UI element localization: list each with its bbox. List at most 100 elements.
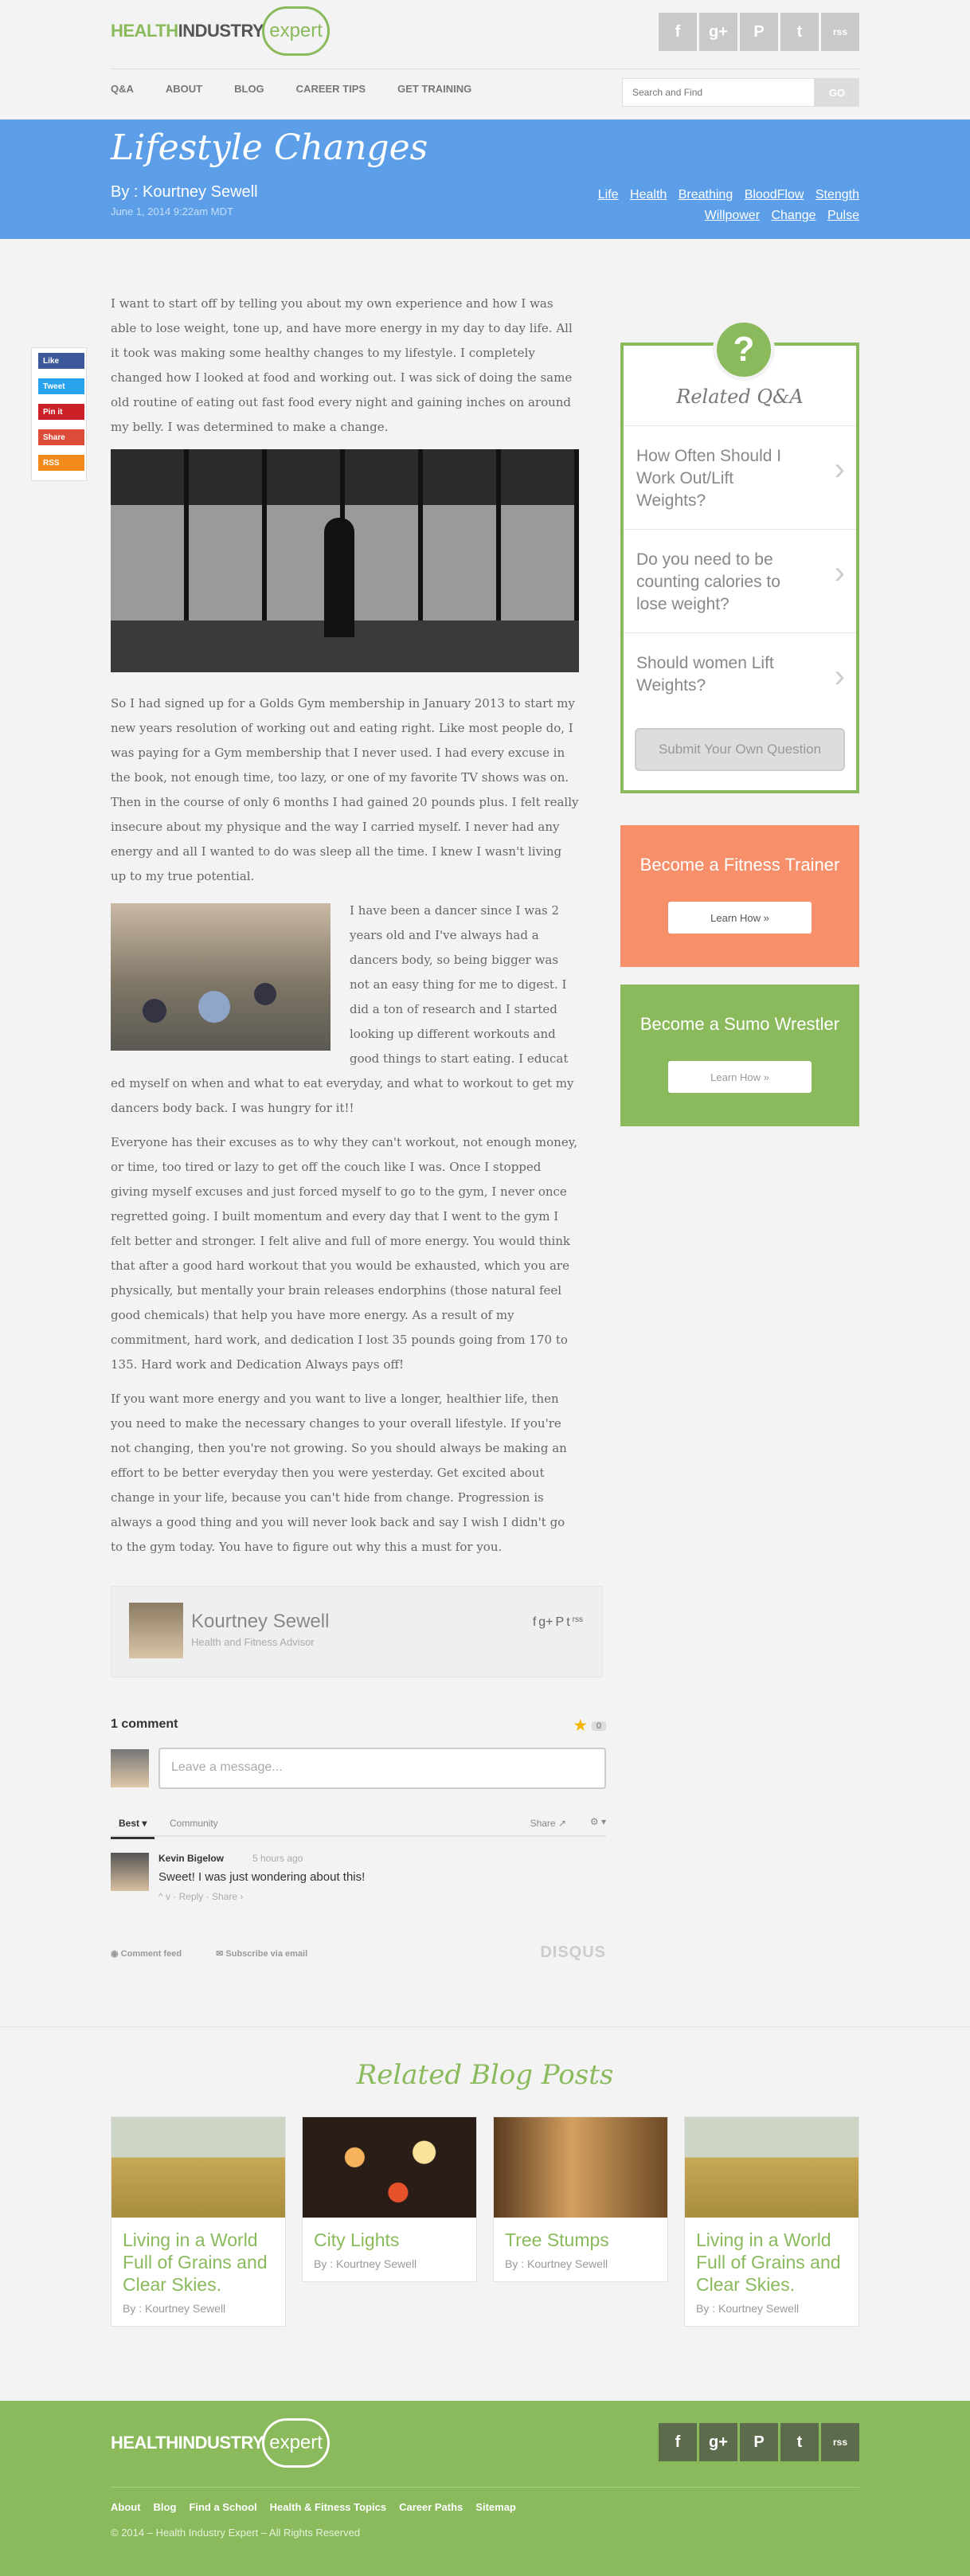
pinterest-icon[interactable]: P xyxy=(556,1615,565,1630)
footer-link-about[interactable]: About xyxy=(111,2501,141,2513)
disqus-logo: DISQUS xyxy=(540,1944,606,1961)
comment-input[interactable]: Leave a message... xyxy=(158,1748,606,1789)
post-thumbnail xyxy=(685,2117,859,2218)
submit-question-button[interactable]: Submit Your Own Question xyxy=(635,728,845,771)
rss-button[interactable]: RSS xyxy=(38,455,84,471)
paragraph: If you want more energy and you want to … xyxy=(111,1392,567,1554)
footer-link-sitemap[interactable]: Sitemap xyxy=(475,2501,516,2513)
learn-how-button[interactable]: Learn How » xyxy=(668,1061,812,1093)
facebook-icon[interactable]: f xyxy=(659,2423,697,2461)
comment-time: 5 hours ago xyxy=(252,1853,303,1864)
post-author: By : Kourtney Sewell xyxy=(314,2257,417,2270)
tag-link[interactable]: Breathing xyxy=(679,188,733,202)
footer-link-topics[interactable]: Health & Fitness Topics xyxy=(270,2501,386,2513)
twitter-icon[interactable]: t xyxy=(780,2423,819,2461)
google-plus-icon[interactable]: g+ xyxy=(699,2423,737,2461)
logo-expert: expert xyxy=(262,6,330,56)
gear-icon[interactable]: ⚙ ▾ xyxy=(590,1816,606,1827)
author-role: Health and Fitness Advisor xyxy=(191,1636,315,1648)
twitter-icon[interactable]: t xyxy=(566,1615,569,1630)
logo-text: HEALTHINDUSTRY xyxy=(111,2433,264,2453)
site-header: HEALTHINDUSTRY expert f g+ P t rss Q&A A… xyxy=(0,0,970,119)
comment-author[interactable]: Kevin Bigelow xyxy=(158,1853,224,1864)
pinterest-icon[interactable]: P xyxy=(740,13,778,51)
related-post-card[interactable]: City Lights By : Kourtney Sewell xyxy=(302,2116,477,2282)
tab-best[interactable]: Best ▾ xyxy=(111,1818,155,1839)
qa-item[interactable]: Should women Lift Weights? › xyxy=(624,632,856,728)
rss-icon[interactable]: rss xyxy=(821,2423,859,2461)
footer-link-career-paths[interactable]: Career Paths xyxy=(399,2501,463,2513)
tweet-button[interactable]: Tweet xyxy=(38,378,84,394)
tag-link[interactable]: Change xyxy=(771,209,816,222)
footer-logo[interactable]: HEALTHINDUSTRY expert xyxy=(111,2417,330,2469)
avatar xyxy=(111,1749,149,1787)
related-post-card[interactable]: Living in a World Full of Grains and Cle… xyxy=(684,2116,859,2327)
post-date: June 1, 2014 9:22am MDT xyxy=(111,206,233,217)
post-title: Tree Stumps xyxy=(505,2230,609,2250)
comments-section: 1 comment ★ 0 Leave a message... Best ▾ C… xyxy=(111,1717,606,1961)
post-title: City Lights xyxy=(314,2230,400,2250)
rss-icon[interactable]: rss xyxy=(821,13,859,51)
footer-divider xyxy=(111,2487,859,2488)
tag-link[interactable]: Life xyxy=(598,188,619,202)
post-author: By : Kourtney Sewell xyxy=(505,2257,608,2270)
chevron-right-icon: › xyxy=(834,659,845,694)
footer-nav: About Blog Find a School Health & Fitnes… xyxy=(111,2501,516,2513)
paragraph: So I had signed up for a Golds Gym membe… xyxy=(111,696,579,883)
recommend-button[interactable]: ★ 0 xyxy=(574,1717,606,1734)
promo-fitness-trainer: Become a Fitness Trainer Learn How » xyxy=(620,825,859,967)
star-icon: ★ xyxy=(573,1717,587,1733)
main-content: Like Tweet Pin it Share RSS I want to st… xyxy=(0,239,970,2026)
author-box: Kourtney Sewell Health and Fitness Advis… xyxy=(111,1586,603,1678)
comment-feed-link[interactable]: ◉ Comment feed xyxy=(111,1949,182,1959)
logo-expert: expert xyxy=(262,2418,330,2468)
site-logo[interactable]: HEALTHINDUSTRY expert xyxy=(111,5,330,57)
facebook-icon[interactable]: f xyxy=(533,1615,536,1630)
search-button[interactable]: GO xyxy=(815,78,859,107)
google-plus-icon[interactable]: g+ xyxy=(538,1615,553,1630)
avatar xyxy=(111,1853,149,1891)
learn-how-button[interactable]: Learn How » xyxy=(668,902,812,934)
pin-it-button[interactable]: Pin it xyxy=(38,404,84,420)
copyright: © 2014 – Health Industry Expert – All Ri… xyxy=(111,2527,361,2539)
footer-link-blog[interactable]: Blog xyxy=(154,2501,177,2513)
facebook-icon[interactable]: f xyxy=(659,13,697,51)
rss-icon[interactable]: rss xyxy=(573,1615,583,1630)
post-title: Living in a World Full of Grains and Cle… xyxy=(123,2230,268,2295)
paragraph: Everyone has their excuses as to why the… xyxy=(111,1135,577,1372)
tag-link[interactable]: Pulse xyxy=(827,209,859,222)
share-thread-button[interactable]: Share ↗ xyxy=(530,1818,566,1829)
related-post-card[interactable]: Living in a World Full of Grains and Cle… xyxy=(111,2116,286,2327)
fb-like-button[interactable]: Like xyxy=(38,353,84,369)
subscribe-email-link[interactable]: ✉ Subscribe via email xyxy=(216,1949,307,1959)
comment-text: Sweet! I was just wondering about this! xyxy=(158,1870,366,1884)
tag-link[interactable]: BloodFlow xyxy=(745,188,804,202)
question-icon: ? xyxy=(713,319,775,381)
tab-community[interactable]: Community xyxy=(170,1818,218,1829)
tag-link[interactable]: Stength xyxy=(816,188,859,202)
comment-actions[interactable]: ^ v · Reply · Share › xyxy=(158,1891,243,1902)
article-body: I want to start off by telling you about… xyxy=(111,292,581,1569)
gplus-share-button[interactable]: Share xyxy=(38,429,84,445)
chevron-right-icon: › xyxy=(834,555,845,590)
related-heading: Related Blog Posts xyxy=(356,2059,614,2091)
twitter-icon[interactable]: t xyxy=(780,13,819,51)
related-post-card[interactable]: Tree Stumps By : Kourtney Sewell xyxy=(493,2116,668,2282)
pinterest-icon[interactable]: P xyxy=(740,2423,778,2461)
author-name: Kourtney Sewell xyxy=(191,1611,330,1632)
nav-get-training[interactable]: GET TRAINING xyxy=(397,83,471,95)
footer-link-find-school[interactable]: Find a School xyxy=(189,2501,256,2513)
qa-item[interactable]: Do you need to be counting calories to l… xyxy=(624,529,856,632)
chevron-right-icon: › xyxy=(834,452,845,487)
comment-count: 1 comment xyxy=(111,1717,178,1731)
nav-career-tips[interactable]: CAREER TIPS xyxy=(296,83,366,95)
tag-link[interactable]: Health xyxy=(630,188,667,202)
nav-about[interactable]: ABOUT xyxy=(166,83,202,95)
qa-item[interactable]: How Often Should I Work Out/Lift Weights… xyxy=(624,425,856,529)
google-plus-icon[interactable]: g+ xyxy=(699,13,737,51)
search-input[interactable] xyxy=(622,78,815,107)
nav-qa[interactable]: Q&A xyxy=(111,83,134,95)
nav-blog[interactable]: BLOG xyxy=(234,83,264,95)
tag-link[interactable]: Willpower xyxy=(705,209,760,222)
page-title: Lifestyle Changes xyxy=(111,127,428,168)
